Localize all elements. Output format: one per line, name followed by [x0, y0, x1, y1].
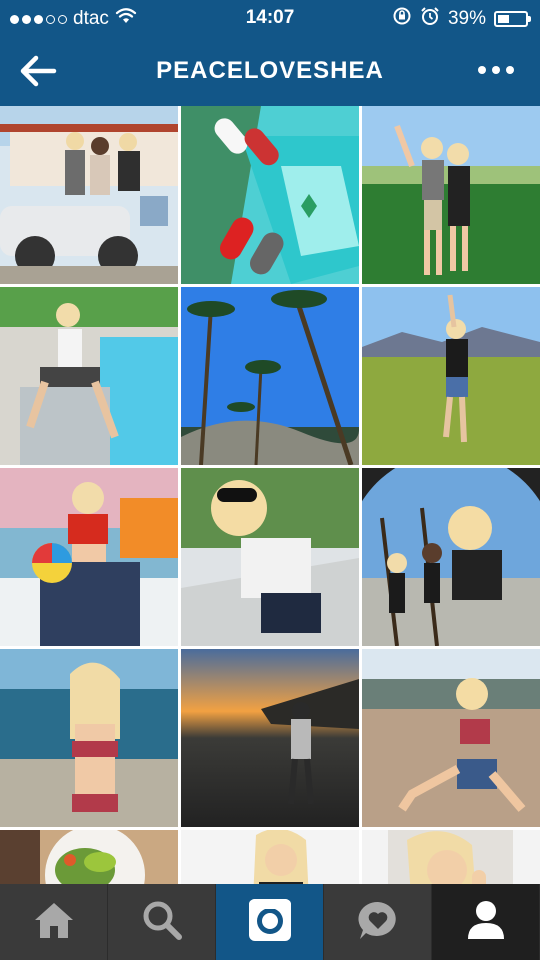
tab-search[interactable] — [108, 884, 216, 960]
alarm-icon — [420, 6, 440, 32]
status-right: 39% — [392, 6, 531, 32]
rotation-lock-icon — [392, 6, 412, 32]
photo-tile-12[interactable] — [362, 649, 540, 827]
photo-tile-3[interactable] — [362, 106, 540, 284]
tab-bar — [0, 884, 540, 960]
photo-tile-2[interactable] — [181, 106, 359, 284]
tab-home[interactable] — [0, 884, 108, 960]
photo-grid — [0, 106, 540, 884]
photo-tile-15[interactable] — [362, 830, 540, 884]
status-bar: dtac 14:07 39% — [0, 0, 540, 36]
header-bar: PEACELOVESHEA — [0, 36, 540, 106]
tab-camera[interactable] — [216, 884, 324, 960]
photo-tile-13[interactable] — [0, 830, 178, 884]
home-icon — [32, 900, 76, 945]
more-dots-icon[interactable] — [478, 66, 514, 74]
tab-profile[interactable] — [432, 884, 540, 960]
photo-tile-10[interactable] — [0, 649, 178, 827]
photo-tile-11[interactable] — [181, 649, 359, 827]
tab-activity[interactable] — [324, 884, 432, 960]
photo-tile-1[interactable] — [0, 106, 178, 284]
camera-icon — [247, 897, 293, 948]
photo-tile-14[interactable] — [181, 830, 359, 884]
photo-tile-8[interactable] — [181, 468, 359, 646]
search-icon — [141, 899, 183, 946]
photo-tile-9[interactable] — [362, 468, 540, 646]
photo-tile-6[interactable] — [362, 287, 540, 465]
heart-bubble-icon — [356, 899, 400, 946]
battery-fill — [498, 15, 509, 23]
page-title: PEACELOVESHEA — [156, 57, 384, 84]
photo-tile-7[interactable] — [0, 468, 178, 646]
profile-icon — [466, 899, 506, 946]
photo-tile-5[interactable] — [181, 287, 359, 465]
photo-tile-4[interactable] — [0, 287, 178, 465]
battery-percent: 39% — [447, 8, 486, 29]
battery-icon — [494, 11, 531, 27]
